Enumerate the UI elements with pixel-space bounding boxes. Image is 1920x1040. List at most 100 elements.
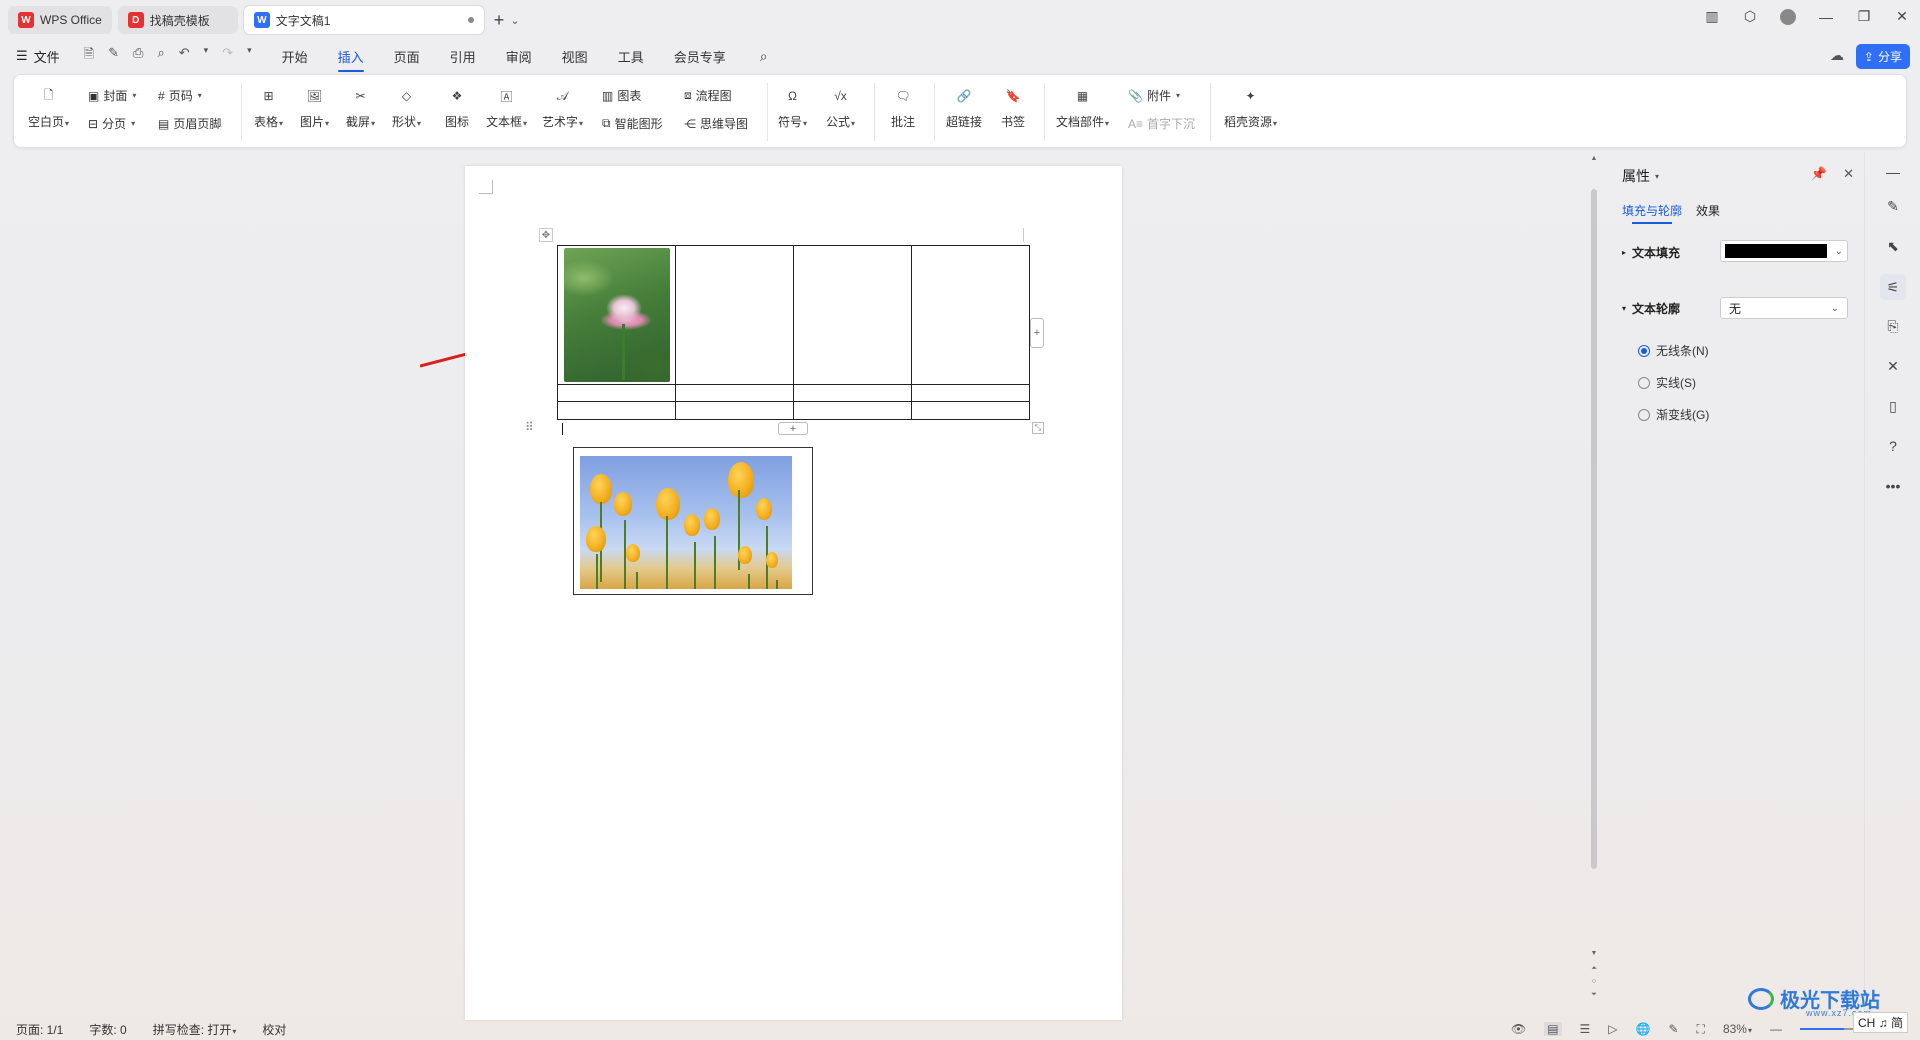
bookmark-button[interactable]: 🔖 书签 [1000, 83, 1026, 130]
attachment-button[interactable]: 📎 附件 ▾ [1128, 87, 1180, 104]
new-tab-plus-icon[interactable]: + [494, 10, 505, 31]
proofread-button[interactable]: 校对 [262, 1021, 286, 1038]
tab-view[interactable]: 视图 [562, 41, 588, 72]
file-menu[interactable]: ☰ 文件 [16, 47, 60, 66]
document-page[interactable]: ✥ + ⠿ + ⤡ [465, 166, 1122, 1020]
screenshot-button[interactable]: ✂ 截屏▾ [346, 83, 375, 130]
tab-page[interactable]: 页面 [394, 41, 420, 72]
formula-button[interactable]: √x 公式▾ [826, 83, 855, 130]
scroll-thumb[interactable] [1591, 189, 1597, 869]
document-table[interactable] [557, 245, 1030, 420]
zoom-out-icon[interactable]: — [1770, 1022, 1782, 1036]
vertical-scrollbar[interactable]: ▲ ▼ ⏶ ○ ⏷ [1589, 155, 1599, 1010]
smart-graphic-button[interactable]: ⧉ 智能图形 [602, 115, 663, 132]
symbol-button[interactable]: Ω 符号▾ [778, 83, 807, 130]
tab-tools[interactable]: 工具 [618, 41, 644, 72]
tab-template[interactable]: D 找稿壳模板 [117, 6, 238, 34]
fit-page-icon[interactable]: ⛶ [1697, 1022, 1705, 1037]
table-cell[interactable] [793, 401, 912, 420]
table-cell[interactable] [557, 401, 676, 420]
prev-page-icon[interactable]: ⏶ [1589, 965, 1599, 973]
tab-wps-office[interactable]: W WPS Office [8, 6, 112, 34]
table-cell[interactable] [793, 384, 912, 402]
undo-icon[interactable]: ↶ [179, 45, 190, 67]
tab-member[interactable]: 会员专享 [674, 41, 726, 72]
edit-image-icon[interactable]: ⎘ [1883, 316, 1903, 336]
resources-button[interactable]: ✦ 稻壳资源▾ [1224, 83, 1277, 130]
tab-home[interactable]: 开始 [282, 41, 308, 72]
table-cell[interactable] [557, 245, 676, 385]
eye-icon[interactable]: 👁 [1511, 1022, 1526, 1036]
mindmap-button[interactable]: ⋲ 思维导图 [684, 115, 748, 132]
print-icon[interactable]: ⎙ [133, 45, 143, 67]
text-outline-select[interactable]: 无 ⌄ [1720, 297, 1848, 319]
drag-grip-icon[interactable]: ⠿ [525, 420, 534, 434]
close-panel-icon[interactable]: ✕ [1843, 166, 1854, 182]
flowchart-button[interactable]: ⧈ 流程图 [684, 87, 732, 104]
avatar[interactable] [1780, 8, 1796, 25]
spellcheck-toggle[interactable]: 拼写检查: 打开▾ [153, 1021, 237, 1038]
more-icon[interactable]: ••• [1883, 476, 1903, 496]
picture-button[interactable]: 🖼 图片▾ [300, 83, 329, 130]
format-painter-icon[interactable]: ✎ [108, 45, 119, 67]
restore-icon[interactable]: ❐ [1856, 8, 1872, 25]
page-view-icon[interactable]: ▤ [1544, 1022, 1562, 1036]
minimize-icon[interactable]: — [1818, 9, 1834, 25]
add-column-plus-icon[interactable]: + [1030, 318, 1044, 348]
add-row-plus-icon[interactable]: + [778, 422, 808, 435]
shape-button[interactable]: ◇ 形状▾ [392, 83, 421, 130]
share-button[interactable]: ⇪ 分享 [1855, 44, 1910, 69]
select-cursor-icon[interactable]: ⬉ [1883, 236, 1903, 256]
page-number-button[interactable]: # 页码 ▾ [158, 87, 202, 104]
table-cell[interactable] [911, 384, 1030, 402]
tab-references[interactable]: 引用 [450, 41, 476, 72]
tab-review[interactable]: 审阅 [506, 41, 532, 72]
cube-icon[interactable]: ⬡ [1742, 8, 1758, 25]
next-page-icon[interactable]: ⏷ [1589, 991, 1599, 999]
wordart-button[interactable]: 𝒜 艺术字▾ [542, 83, 583, 130]
tab-document[interactable]: W 文字文稿1 [243, 6, 484, 34]
radio-solid-line[interactable]: 实线(S) [1638, 374, 1696, 391]
lotus-picture[interactable] [563, 248, 670, 382]
tulip-picture[interactable] [580, 456, 792, 589]
table-button[interactable]: ⊞ 表格▾ [254, 83, 283, 130]
browse-object-icon[interactable]: ○ [1589, 978, 1599, 985]
pin-icon[interactable]: 📌 [1811, 166, 1827, 182]
chart-button[interactable]: ▥ 图表 [602, 87, 641, 104]
scroll-up-icon[interactable]: ▲ [1589, 155, 1599, 162]
more-chevron-icon[interactable]: ▾ [247, 45, 252, 67]
table-cell[interactable] [675, 384, 794, 402]
table-resize-icon[interactable]: ⤡ [1032, 422, 1044, 434]
radio-no-line[interactable]: 无线条(N) [1638, 342, 1709, 359]
text-fill-color-select[interactable]: ⌄ [1720, 240, 1848, 262]
print-preview-icon[interactable]: ⌕ [157, 45, 164, 67]
scroll-down-icon[interactable]: ▼ [1589, 950, 1599, 957]
redo-icon[interactable]: ↷ [222, 45, 233, 67]
table-cell[interactable] [793, 245, 912, 385]
play-icon[interactable]: ▷ [1608, 1022, 1617, 1036]
tab-fill-outline[interactable]: 填充与轮廓 [1622, 202, 1682, 224]
table-cell[interactable] [675, 245, 794, 385]
book-icon[interactable]: ▯ [1883, 396, 1903, 416]
page-indicator[interactable]: 页面: 1/1 [16, 1021, 63, 1038]
tulip-picture-frame[interactable] [573, 447, 813, 595]
pen-icon[interactable]: ✎ [1883, 196, 1903, 216]
unsaved-dot-icon[interactable] [467, 17, 474, 23]
word-count[interactable]: 字数: 0 [89, 1021, 126, 1038]
text-outline-row[interactable]: ▾ 文本轮廓 [1622, 300, 1680, 317]
undo-chevron-icon[interactable]: ▾ [204, 45, 209, 67]
save-icon[interactable]: 🗎 [84, 45, 94, 67]
table-cell[interactable] [675, 401, 794, 420]
outline-view-icon[interactable]: ☰ [1580, 1022, 1591, 1036]
table-cell[interactable] [911, 401, 1030, 420]
tab-list-chevron-icon[interactable]: ⌄ [510, 14, 519, 27]
tab-effects[interactable]: 效果 [1696, 202, 1720, 219]
table-cell[interactable] [557, 384, 676, 402]
cloud-icon[interactable]: ☁ [1830, 47, 1844, 64]
doc-parts-button[interactable]: ▦ 文档部件▾ [1056, 83, 1109, 130]
close-window-icon[interactable]: ✕ [1894, 8, 1910, 25]
cover-button[interactable]: ▣ 封面 ▾ [88, 87, 136, 104]
tab-insert[interactable]: 插入 [337, 41, 364, 72]
textbox-button[interactable]: 🄰 文本框▾ [486, 83, 527, 130]
icon-button[interactable]: ❖ 图标 [444, 83, 470, 130]
